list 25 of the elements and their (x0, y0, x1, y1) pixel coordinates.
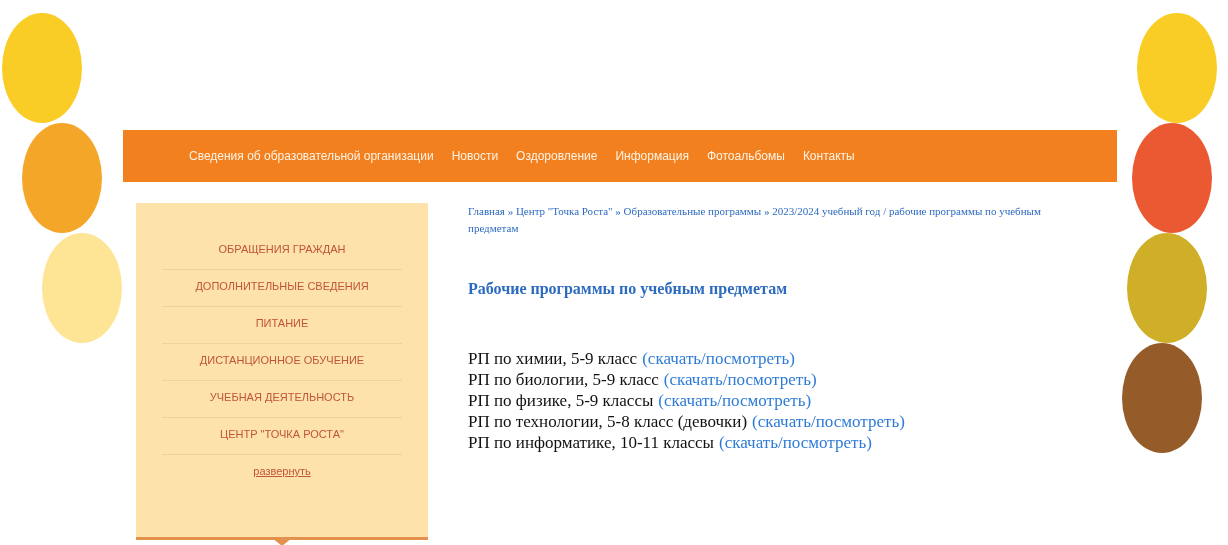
program-title: РП по химии, 5-9 класс (468, 348, 638, 369)
nav-link[interactable]: Контакты (802, 149, 855, 163)
download-link[interactable]: (скачать/посмотреть) (658, 390, 812, 411)
nav-link[interactable]: Сведения об образовательной организации (189, 149, 434, 163)
page-heading: Рабочие программы по учебным предметам (468, 280, 789, 298)
nav-link[interactable]: Оздоровление (516, 149, 598, 163)
breadcrumb-trail: Главная » Центр "Точка Роста" » Образовательные программы » 2023/2024 учебный год / рабочие программы по учебным предметам (468, 204, 1042, 236)
program-title: РП по технологии, 5-8 класс (девочки) (468, 411, 748, 432)
nav-link[interactable]: Фотоальбомы (706, 149, 785, 163)
download-link[interactable]: (скачать/посмотреть) (719, 432, 872, 453)
program-title: РП по физике, 5-9 классы (468, 390, 654, 411)
sidebar-item[interactable]: ПИТАНИЕ (162, 307, 402, 344)
sidebar-item[interactable]: ДИСТАНЦИОННОЕ ОБУЧЕНИЕ (162, 344, 402, 381)
download-link[interactable]: (скачать/посмотреть) (752, 411, 905, 432)
expand-link[interactable]: развернуть (253, 465, 311, 477)
program-title: РП по информатике, 10-11 классы (468, 432, 715, 453)
nav-link[interactable]: Новости (451, 149, 499, 163)
sidebar-item[interactable]: ДОПОЛНИТЕЛЬНЫЕ СВЕДЕНИЯ (162, 270, 402, 307)
program-title: РП по биологии, 5-9 класс (468, 369, 659, 390)
download-link[interactable]: (скачать/посмотреть) (663, 369, 817, 390)
sidebar-item[interactable]: ОБРАЩЕНИЯ ГРАЖДАН (162, 233, 402, 270)
nav-link[interactable]: Информация (615, 149, 689, 163)
sidebar-item[interactable]: УЧЕБНАЯ ДЕЯТЕЛЬНОСТЬ (162, 381, 402, 418)
sidebar-item[interactable]: ЦЕНТР "ТОЧКА РОСТА" (162, 418, 402, 455)
download-link[interactable]: (скачать/посмотреть) (642, 348, 795, 369)
